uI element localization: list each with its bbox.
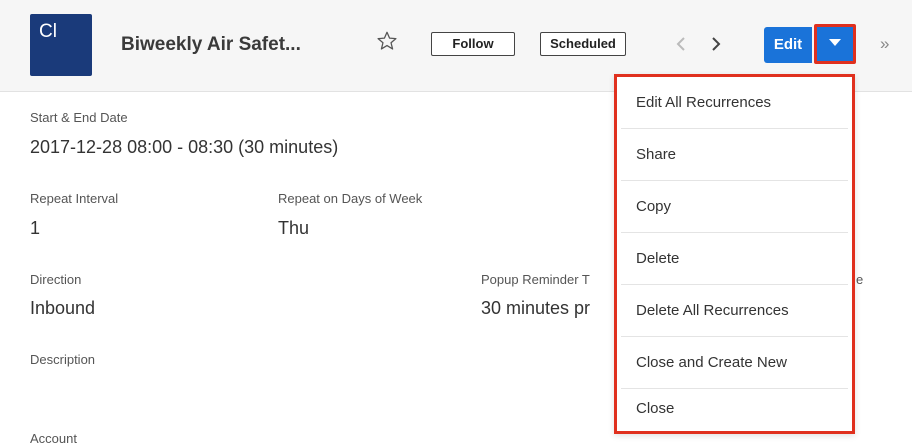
actions-dropdown-menu: Edit All Recurrences Share Copy Delete D… bbox=[614, 74, 855, 434]
description-label: Description bbox=[30, 352, 96, 367]
actions-dropdown-toggle[interactable] bbox=[814, 24, 856, 64]
hidden-field-label-fragment: e bbox=[856, 272, 864, 287]
caret-down-icon bbox=[829, 39, 841, 46]
star-outline-icon[interactable] bbox=[376, 30, 398, 52]
start-end-date-value: 2017-12-28 08:00 - 08:30 (30 minutes) bbox=[30, 137, 339, 157]
direction-value: Inbound bbox=[30, 298, 96, 318]
menu-item-share[interactable]: Share bbox=[621, 129, 848, 180]
start-end-date-label: Start & End Date bbox=[30, 110, 128, 125]
repeat-days-value: Thu bbox=[278, 218, 310, 238]
direction-label: Direction bbox=[30, 272, 82, 287]
popup-reminder-value: 30 minutes pr bbox=[481, 298, 591, 318]
module-avatar: Cl bbox=[30, 14, 92, 76]
chevron-right-icon[interactable] bbox=[708, 32, 724, 56]
follow-button[interactable]: Follow bbox=[431, 32, 515, 56]
menu-item-copy[interactable]: Copy bbox=[621, 181, 848, 232]
repeat-days-label: Repeat on Days of Week bbox=[278, 191, 423, 206]
module-initials: Cl bbox=[39, 21, 57, 42]
chevron-left-icon[interactable] bbox=[673, 32, 689, 56]
menu-item-edit-all-recurrences[interactable]: Edit All Recurrences bbox=[621, 77, 848, 128]
edit-button[interactable]: Edit bbox=[764, 27, 812, 63]
menu-item-close[interactable]: Close bbox=[621, 383, 848, 434]
double-chevron-right-icon[interactable]: » bbox=[880, 34, 889, 54]
menu-item-close-and-create-new[interactable]: Close and Create New bbox=[621, 337, 848, 388]
status-badge: Scheduled bbox=[540, 32, 626, 56]
account-label: Account bbox=[30, 431, 77, 445]
menu-item-delete[interactable]: Delete bbox=[621, 233, 848, 284]
repeat-interval-label: Repeat Interval bbox=[30, 191, 119, 206]
menu-item-delete-all-recurrences[interactable]: Delete All Recurrences bbox=[621, 285, 848, 336]
popup-reminder-label: Popup Reminder T bbox=[481, 272, 590, 287]
record-title: Biweekly Air Safet... bbox=[121, 34, 301, 55]
repeat-interval-value: 1 bbox=[30, 218, 41, 238]
